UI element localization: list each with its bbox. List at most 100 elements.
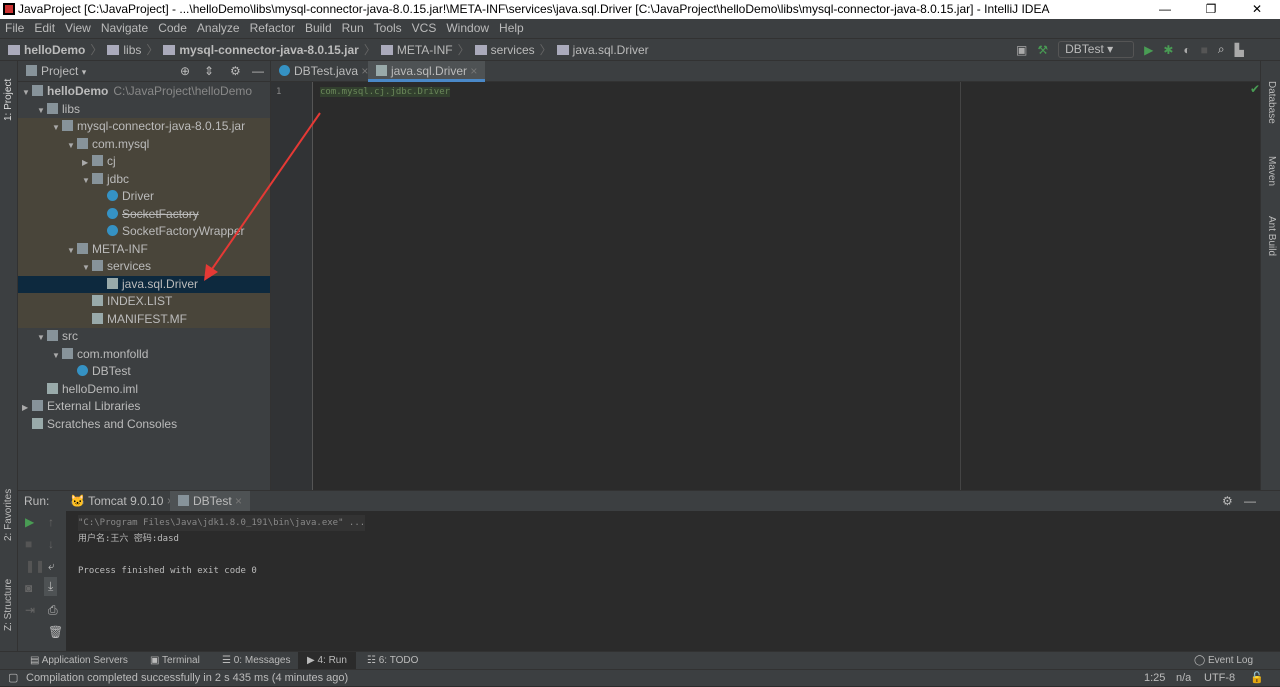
structure-tool-button[interactable]: Z: Structure <box>3 579 14 631</box>
tree-item[interactable]: helloDemo.iml <box>18 381 270 399</box>
expanded-arrow-icon[interactable]: ▼ <box>22 84 32 102</box>
build-hammer-icon[interactable]: ⚒ <box>1037 43 1048 57</box>
tree-item[interactable]: SocketFactoryWrapper <box>18 223 270 241</box>
tree-item[interactable]: ▼ mysql-connector-java-8.0.15.jar <box>18 118 270 136</box>
menu-vcs[interactable]: VCS <box>407 19 442 38</box>
tree-item[interactable]: DBTest <box>18 363 270 381</box>
breadcrumb-item[interactable]: mysql-connector-java-8.0.15.jar <box>163 39 359 61</box>
menu-help[interactable]: Help <box>494 19 529 38</box>
expanded-arrow-icon[interactable]: ▼ <box>37 329 47 347</box>
restore-button[interactable]: ❐ <box>1188 0 1234 19</box>
tree-item[interactable]: Scratches and Consoles <box>18 416 270 434</box>
menu-navigate[interactable]: Navigate <box>96 19 153 38</box>
menu-edit[interactable]: Edit <box>29 19 60 38</box>
expanded-arrow-icon[interactable]: ▼ <box>37 102 47 120</box>
pause-icon[interactable]: ❚❚ <box>25 559 45 573</box>
print-icon[interactable]: ⎙ <box>48 603 58 618</box>
breadcrumb-item[interactable]: META-INF <box>380 39 453 61</box>
tree-item[interactable]: Driver <box>18 188 270 206</box>
menu-analyze[interactable]: Analyze <box>192 19 245 38</box>
collapse-icon[interactable]: ⇕ <box>204 61 214 82</box>
status-toggle-icon[interactable]: ▢ <box>8 670 18 687</box>
debug-icon[interactable]: ✱ <box>1163 43 1173 57</box>
breadcrumb-item[interactable]: helloDemo <box>8 39 85 61</box>
tree-item[interactable]: ▼ com.mysql <box>18 135 270 153</box>
close-button[interactable]: ✕ <box>1234 0 1280 19</box>
expanded-arrow-icon[interactable]: ▼ <box>82 172 92 190</box>
scroll-to-end-icon[interactable]: ⤓ <box>44 577 58 596</box>
tree-item[interactable]: ▼ services <box>18 258 270 276</box>
breadcrumb-item[interactable]: services <box>474 39 535 61</box>
tree-item[interactable]: ▼ META-INF <box>18 240 270 260</box>
down-icon[interactable]: ↓ <box>48 537 54 551</box>
run-tab-tomcat[interactable]: 🐱 Tomcat 9.0.10 × <box>62 491 182 511</box>
tree-item[interactable]: ▼ helloDemo C:\JavaProject\helloDemo <box>18 83 270 101</box>
tool-tab-application-servers[interactable]: ▤ Application Servers <box>30 652 128 670</box>
hide-icon[interactable]: — <box>1244 491 1256 511</box>
tool-tab-messages[interactable]: ☰ 0: Messages <box>222 652 290 670</box>
collapsed-arrow-icon[interactable]: ▶ <box>82 154 92 172</box>
menu-run[interactable]: Run <box>337 19 369 38</box>
project-structure-icon[interactable]: ▙ <box>1235 43 1244 57</box>
ant-build-tool-button[interactable]: Ant Build <box>1266 216 1277 256</box>
stop-icon[interactable]: ■ <box>1201 43 1208 57</box>
up-icon[interactable]: ↑ <box>48 515 54 529</box>
line-separator[interactable]: n/a <box>1176 670 1191 687</box>
event-log-button[interactable]: ◯ Event Log <box>1194 652 1253 670</box>
tree-item[interactable]: INDEX.LIST <box>18 293 270 311</box>
tree-item[interactable]: ▼ com.monfolld <box>18 346 270 364</box>
project-tool-button[interactable]: 1: Project <box>3 79 14 121</box>
menu-window[interactable]: Window <box>441 19 494 38</box>
code-line[interactable]: com.mysql.cj.jdbc.Driver <box>320 87 451 97</box>
tab-dbtest-java[interactable]: DBTest.java × <box>271 61 376 82</box>
menu-code[interactable]: Code <box>153 19 192 38</box>
expanded-arrow-icon[interactable]: ▼ <box>52 347 62 365</box>
rerun-icon[interactable]: ▶ <box>25 515 34 529</box>
close-tab-icon[interactable]: × <box>470 64 477 78</box>
run-tab-dbtest[interactable]: DBTest × <box>170 491 251 511</box>
tab-java-sql-driver[interactable]: java.sql.Driver × <box>368 61 486 82</box>
lock-icon[interactable]: 🔓 <box>1250 670 1264 687</box>
tree-item[interactable]: SocketFactory <box>18 205 270 223</box>
caret-position[interactable]: 1:25 <box>1144 670 1165 687</box>
menu-build[interactable]: Build <box>300 19 337 38</box>
minimize-button[interactable]: — <box>1142 0 1188 19</box>
tool-tab-terminal[interactable]: ▣ Terminal <box>150 652 200 670</box>
file-encoding[interactable]: UTF-8 <box>1204 670 1235 687</box>
menu-tools[interactable]: Tools <box>369 19 407 38</box>
tool-tab-todo[interactable]: ☷ 6: TODO <box>367 652 418 670</box>
expanded-arrow-icon[interactable]: ▼ <box>82 259 92 277</box>
expanded-arrow-icon[interactable]: ▼ <box>67 242 77 260</box>
run-config-select[interactable]: DBTest ▾ <box>1058 41 1135 58</box>
stop-icon[interactable]: ■ <box>25 537 32 551</box>
database-tool-button[interactable]: Database <box>1266 81 1277 124</box>
maven-tool-button[interactable]: Maven <box>1266 156 1277 186</box>
gear-icon[interactable]: ⚙ <box>230 61 241 82</box>
coverage-icon[interactable]: ◐ <box>1183 43 1190 57</box>
status-message[interactable]: Compilation completed successfully in 2 … <box>26 670 348 687</box>
expanded-arrow-icon[interactable]: ▼ <box>52 119 62 137</box>
soft-wrap-icon[interactable]: ⤶ <box>48 559 55 574</box>
menu-view[interactable]: View <box>60 19 96 38</box>
trash-icon[interactable]: 🗑 <box>48 625 63 639</box>
run-icon[interactable]: ▶ <box>1144 43 1153 57</box>
search-icon[interactable]: ⌕ <box>1218 42 1225 57</box>
breadcrumb-item[interactable]: libs <box>107 39 141 61</box>
project-view-select[interactable]: Project <box>41 64 78 78</box>
hide-icon[interactable]: — <box>252 61 264 82</box>
tree-item[interactable]: ▼ src <box>18 328 270 346</box>
favorites-tool-button[interactable]: 2: Favorites <box>3 489 14 541</box>
tree-item[interactable]: MANIFEST.MF <box>18 310 270 328</box>
collapsed-arrow-icon[interactable]: ▶ <box>22 399 32 417</box>
tree-item[interactable]: ▼ libs <box>18 101 270 119</box>
tree-item[interactable]: ▶ cj <box>18 153 270 171</box>
gear-icon[interactable]: ⚙ <box>1222 491 1233 511</box>
tree-item[interactable]: java.sql.Driver <box>18 275 270 293</box>
locate-icon[interactable]: ⊕ <box>180 61 190 82</box>
tree-item[interactable]: ▼ jdbc <box>18 170 270 190</box>
console-output[interactable]: "C:\Program Files\Java\jdk1.8.0_191\bin\… <box>78 515 366 579</box>
camera-icon[interactable]: ◙ <box>25 581 32 595</box>
menu-refactor[interactable]: Refactor <box>245 19 300 38</box>
run-window-icon[interactable]: ▣ <box>1016 43 1027 57</box>
tree-item[interactable]: ▶ External Libraries <box>18 398 270 416</box>
